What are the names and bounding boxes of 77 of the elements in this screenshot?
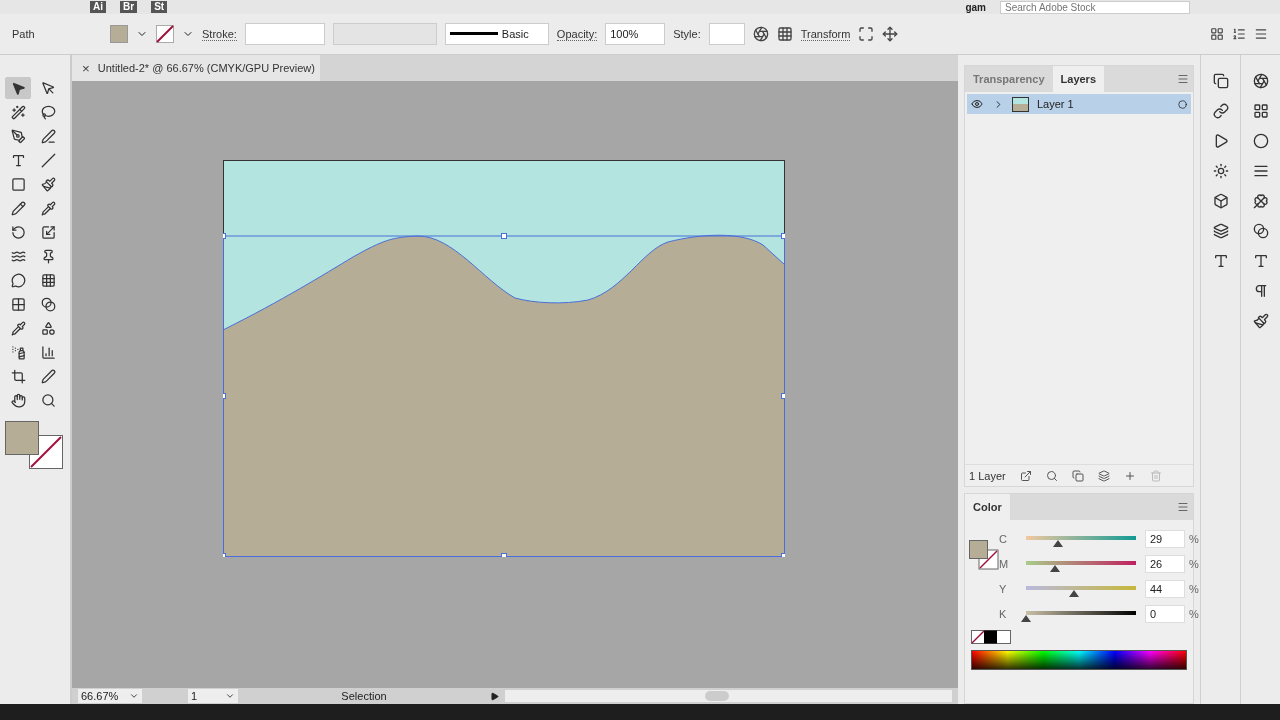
percent-unit: % (1189, 582, 1200, 595)
stroke-none-swatch[interactable] (156, 25, 174, 43)
brush-icon[interactable] (1252, 313, 1269, 329)
grid-icon[interactable] (1210, 27, 1224, 41)
transform-link[interactable]: Transform (800, 27, 851, 41)
zoom-field[interactable]: 66.67% (78, 689, 142, 703)
panel-tab[interactable]: Color (965, 494, 1010, 520)
clover-icon[interactable] (1252, 193, 1269, 209)
caret-icon[interactable] (129, 691, 139, 701)
export-icon[interactable] (1019, 469, 1032, 482)
stroke-weight-field[interactable] (244, 23, 325, 45)
stroke-line-icon (449, 32, 498, 36)
slider-thumb[interactable] (1052, 539, 1063, 547)
artboard-field[interactable]: 1 (188, 689, 238, 703)
character-icon[interactable] (1252, 253, 1269, 269)
fill-swatch[interactable] (5, 421, 39, 455)
selection-label: Path (12, 28, 36, 40)
cube-icon[interactable] (1212, 193, 1229, 209)
layer-row[interactable]: Layer 1 (967, 94, 1191, 114)
circle-icon[interactable] (1252, 133, 1269, 149)
swatch-strip[interactable] (971, 630, 1011, 644)
layers-icon[interactable] (1212, 223, 1229, 239)
stroke-icon[interactable] (1252, 163, 1269, 179)
variable-width-field[interactable] (332, 23, 437, 45)
layer-count: 1 Layer (969, 469, 1006, 482)
swatches-icon[interactable] (1252, 103, 1269, 119)
fill-swatch[interactable] (110, 25, 128, 43)
percent-unit: % (1189, 532, 1200, 545)
move-icon[interactable] (882, 26, 899, 42)
channel-value-field[interactable]: 29 (1145, 529, 1185, 548)
layer-name[interactable]: Layer 1 (1037, 98, 1170, 110)
align-grid-icon[interactable] (776, 26, 793, 42)
layer-thumbnail (1012, 96, 1029, 112)
list-icon[interactable] (1232, 27, 1246, 41)
stroke-label[interactable]: Stroke: (202, 27, 237, 41)
menu-icon[interactable] (1254, 27, 1268, 41)
eye-icon[interactable] (971, 98, 985, 110)
percent-unit: % (1189, 557, 1200, 570)
channel-value-field[interactable]: 0 (1145, 604, 1185, 623)
aperture-icon[interactable] (1252, 73, 1269, 89)
document-tab[interactable]: Untitled-2* @ 66.67% (CMYK/GPU Preview) (97, 62, 315, 74)
style-label: Style: (673, 28, 701, 40)
horizontal-scrollbar[interactable] (505, 690, 952, 702)
pathfinder-icon[interactable] (1212, 73, 1229, 89)
channel-label: M (999, 557, 1010, 570)
status-text: Selection (340, 690, 388, 702)
brush-field[interactable]: Basic (444, 23, 549, 45)
channel-label: C (999, 532, 1008, 545)
search-field[interactable]: Search Adobe Stock (1000, 0, 1190, 14)
sublayer-icon[interactable] (1097, 469, 1110, 482)
channel-value-field[interactable]: 44 (1145, 579, 1185, 598)
channel-label: Y (999, 582, 1008, 595)
play-icon[interactable] (490, 691, 499, 701)
slider-thumb[interactable] (1049, 564, 1060, 572)
app-icon[interactable]: Br (120, 1, 138, 13)
app-icon[interactable]: Ai (90, 1, 106, 13)
percent-unit: % (1189, 607, 1200, 620)
search-icon[interactable] (1045, 469, 1058, 482)
slider-thumb[interactable] (1021, 614, 1031, 622)
slider-thumb[interactable] (1069, 589, 1080, 597)
sun-icon[interactable] (1212, 163, 1229, 179)
fill-stroke-drawing[interactable] (969, 540, 999, 570)
target-icon[interactable] (1178, 99, 1187, 109)
channel-value-field[interactable]: 26 (1145, 554, 1185, 573)
opacity-field[interactable]: 100% (605, 23, 666, 45)
new-layer-icon[interactable] (1123, 469, 1136, 482)
link-icon[interactable] (1212, 103, 1229, 119)
app-icon[interactable]: St (151, 1, 168, 13)
fit-icon[interactable] (858, 26, 875, 42)
style-field[interactable] (708, 23, 745, 45)
channel-label: K (999, 607, 1008, 620)
workspace-switcher[interactable]: gam (965, 1, 986, 13)
panel-tab[interactable]: Layers (1052, 66, 1105, 92)
caret-icon[interactable] (225, 691, 235, 701)
glyph-icon[interactable] (1212, 253, 1229, 269)
color-spectrum[interactable] (971, 650, 1187, 670)
opacity-label[interactable]: Opacity: (556, 27, 598, 41)
